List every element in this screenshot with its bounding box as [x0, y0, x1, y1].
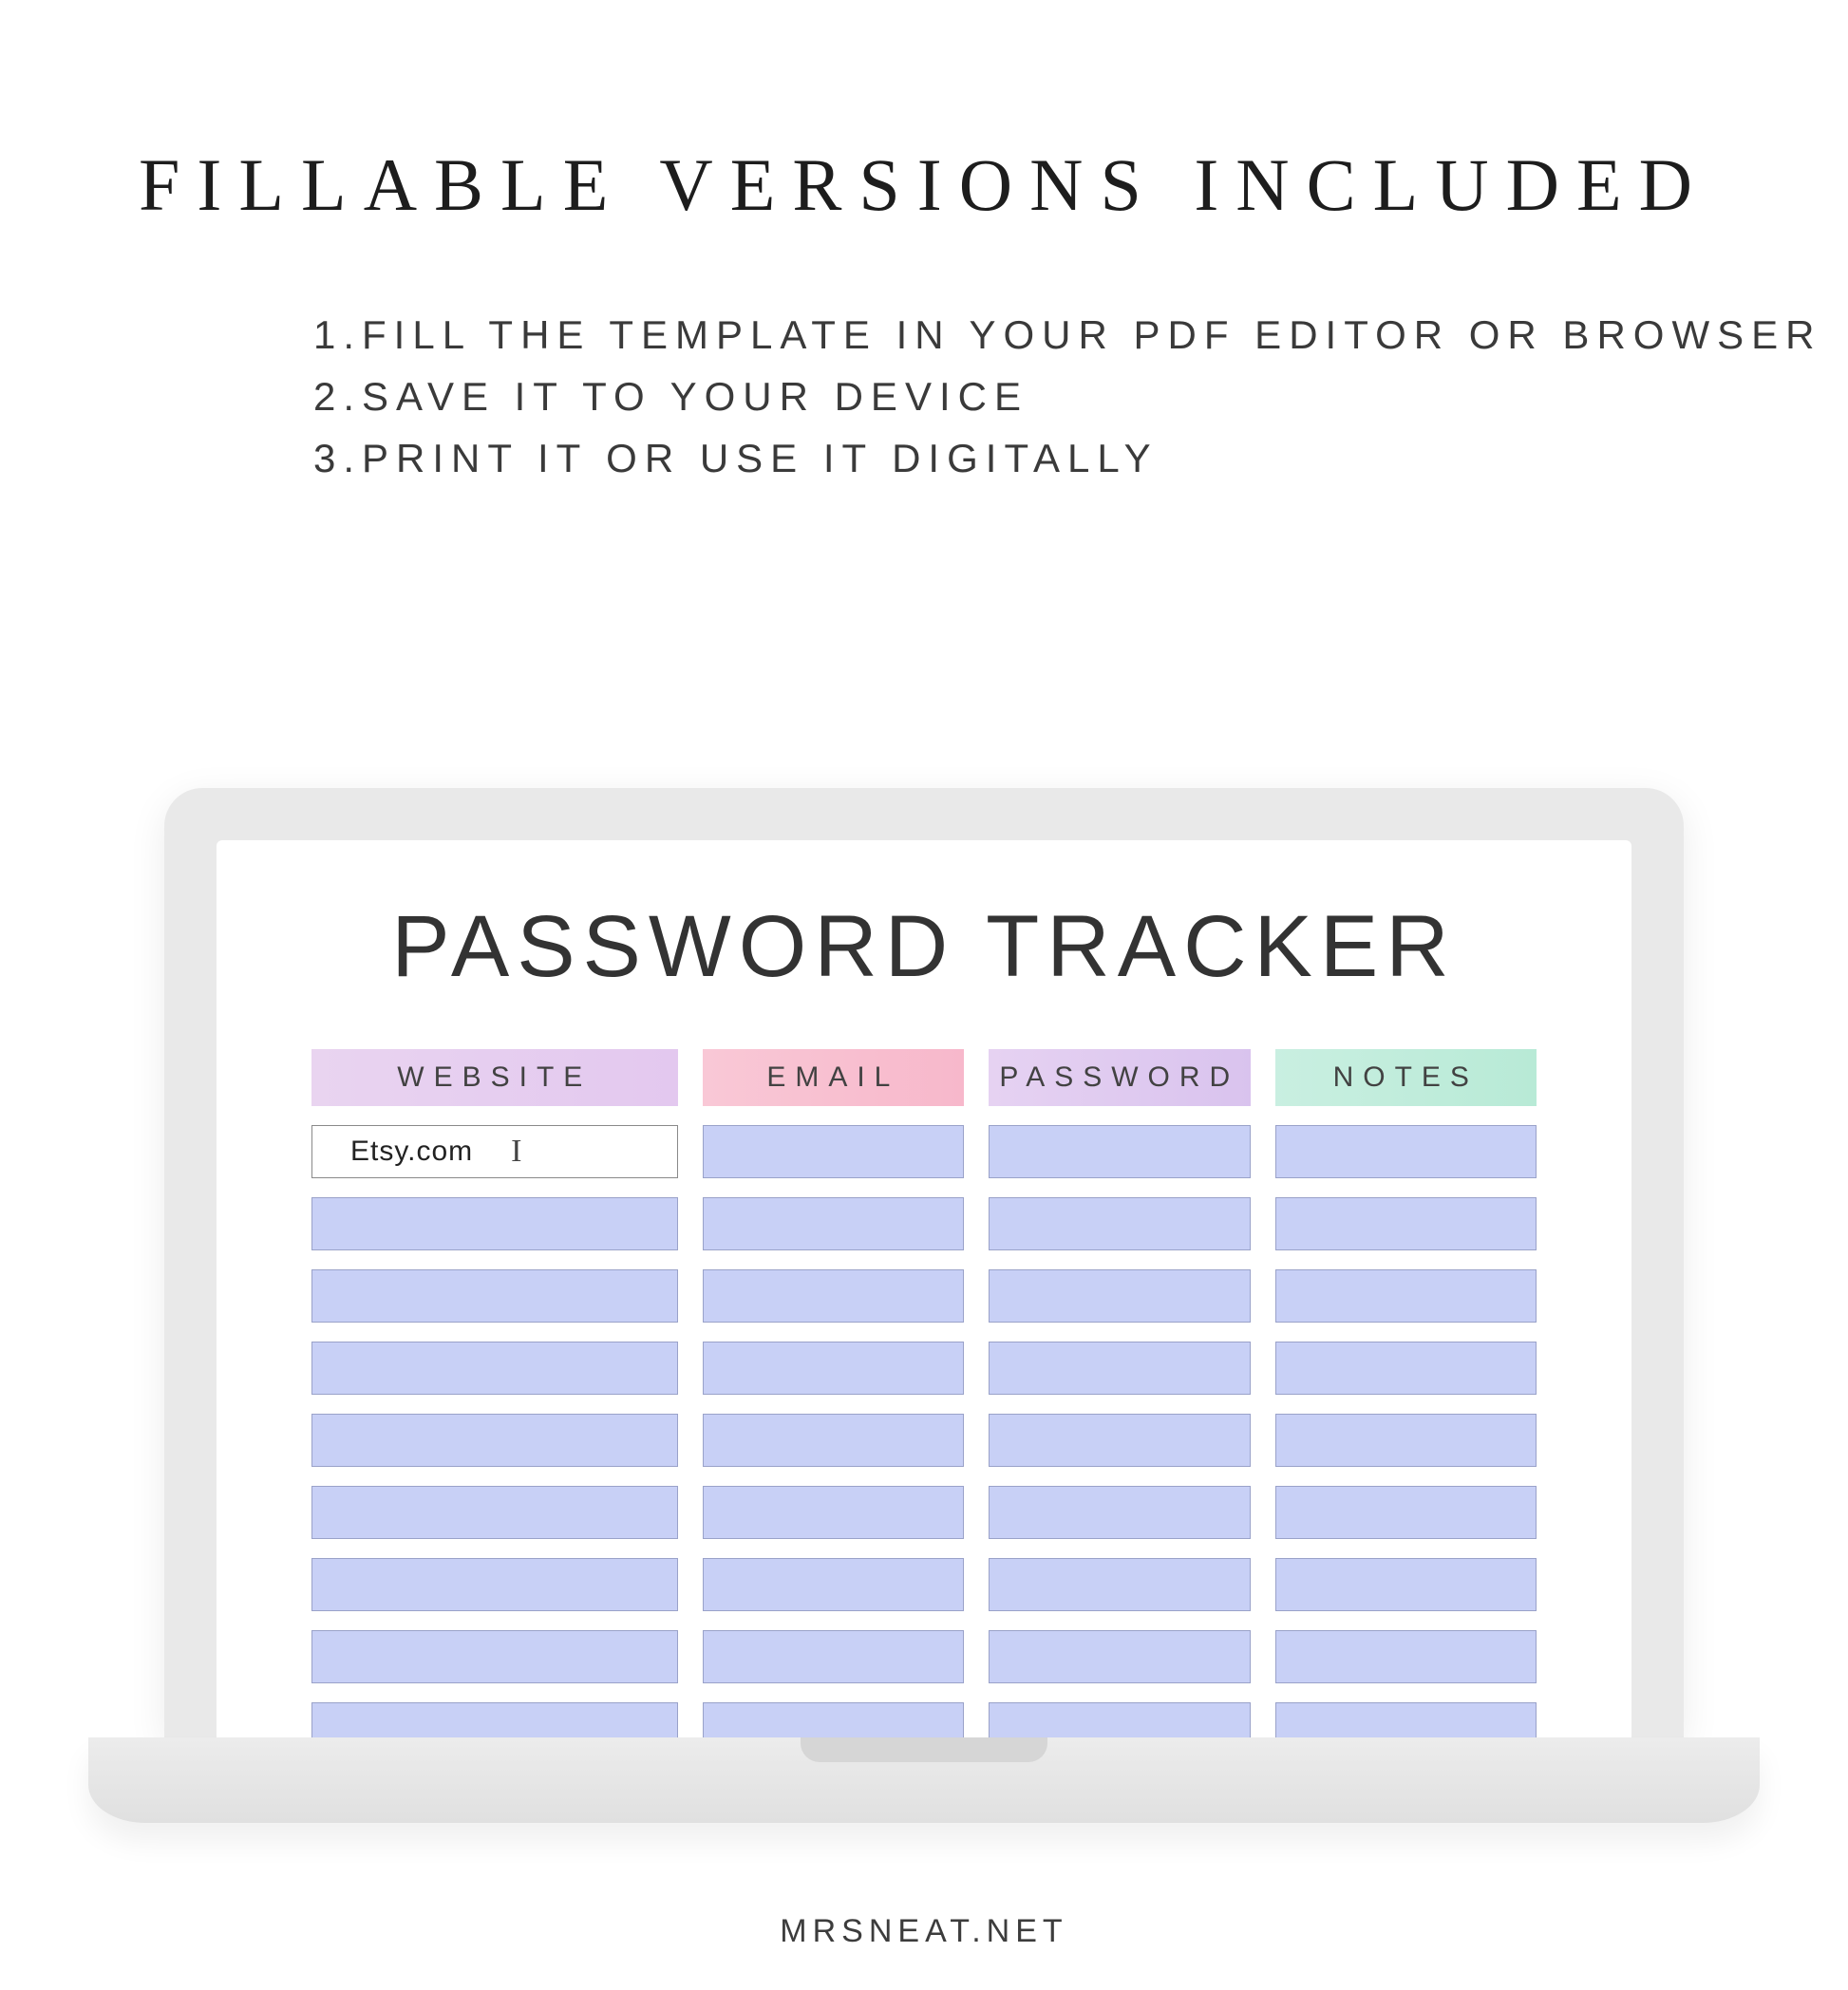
website-input-row-3[interactable] [311, 1269, 678, 1323]
instruction-step-1: 1.FILL THE TEMPLATE IN YOUR PDF EDITOR O… [313, 304, 1848, 366]
column-header-notes: NOTES [1275, 1049, 1537, 1106]
email-input-row-2[interactable] [703, 1197, 964, 1250]
password-input-row-9[interactable] [989, 1702, 1250, 1737]
email-input-row-9[interactable] [703, 1702, 964, 1737]
tracker-table: WEBSITE EMAIL PASSWORD NOTES Etsy.com I [311, 1049, 1537, 1737]
document-page: PASSWORD TRACKER WEBSITE EMAIL PASSWORD … [217, 840, 1631, 1737]
notes-input-row-3[interactable] [1275, 1269, 1537, 1323]
website-input-row-8[interactable] [311, 1630, 678, 1683]
notes-input-row-8[interactable] [1275, 1630, 1537, 1683]
column-header-password: PASSWORD [989, 1049, 1250, 1106]
website-input-row-9[interactable] [311, 1702, 678, 1737]
notes-input-row-6[interactable] [1275, 1486, 1537, 1539]
notes-input-row-5[interactable] [1275, 1414, 1537, 1467]
laptop-screen: PASSWORD TRACKER WEBSITE EMAIL PASSWORD … [217, 840, 1631, 1737]
website-input-row-4[interactable] [311, 1342, 678, 1395]
password-input-row-7[interactable] [989, 1558, 1250, 1611]
website-input-row-7[interactable] [311, 1558, 678, 1611]
website-input-row-6[interactable] [311, 1486, 678, 1539]
footer-brand: MRSNEAT.NET [0, 1913, 1848, 1950]
password-input-row-6[interactable] [989, 1486, 1250, 1539]
email-input-row-5[interactable] [703, 1414, 964, 1467]
password-input-row-1[interactable] [989, 1125, 1250, 1178]
text-cursor-icon: I [511, 1134, 521, 1170]
document-title: PASSWORD TRACKER [311, 897, 1537, 997]
website-input-row-1[interactable]: Etsy.com I [311, 1125, 678, 1178]
password-input-row-5[interactable] [989, 1414, 1250, 1467]
password-input-row-4[interactable] [989, 1342, 1250, 1395]
instruction-step-3: 3.PRINT IT OR USE IT DIGITALLY [313, 427, 1848, 489]
notes-input-row-4[interactable] [1275, 1342, 1537, 1395]
laptop-mockup: PASSWORD TRACKER WEBSITE EMAIL PASSWORD … [164, 788, 1684, 1823]
instructions-list: 1.FILL THE TEMPLATE IN YOUR PDF EDITOR O… [313, 304, 1848, 489]
password-input-row-3[interactable] [989, 1269, 1250, 1323]
column-header-website: WEBSITE [311, 1049, 678, 1106]
email-input-row-3[interactable] [703, 1269, 964, 1323]
laptop-base [88, 1737, 1760, 1823]
notes-input-row-7[interactable] [1275, 1558, 1537, 1611]
instruction-step-2: 2.SAVE IT TO YOUR DEVICE [313, 366, 1848, 427]
email-input-row-8[interactable] [703, 1630, 964, 1683]
column-header-email: EMAIL [703, 1049, 964, 1106]
notes-input-row-2[interactable] [1275, 1197, 1537, 1250]
notes-input-row-1[interactable] [1275, 1125, 1537, 1178]
website-input-row-2[interactable] [311, 1197, 678, 1250]
email-input-row-7[interactable] [703, 1558, 964, 1611]
email-input-row-4[interactable] [703, 1342, 964, 1395]
website-input-value: Etsy.com [350, 1136, 473, 1168]
password-input-row-8[interactable] [989, 1630, 1250, 1683]
email-input-row-1[interactable] [703, 1125, 964, 1178]
email-input-row-6[interactable] [703, 1486, 964, 1539]
password-input-row-2[interactable] [989, 1197, 1250, 1250]
website-input-row-5[interactable] [311, 1414, 678, 1467]
page-headline: FILLABLE VERSIONS INCLUDED [0, 142, 1848, 228]
laptop-screen-frame: PASSWORD TRACKER WEBSITE EMAIL PASSWORD … [164, 788, 1684, 1737]
notes-input-row-9[interactable] [1275, 1702, 1537, 1737]
